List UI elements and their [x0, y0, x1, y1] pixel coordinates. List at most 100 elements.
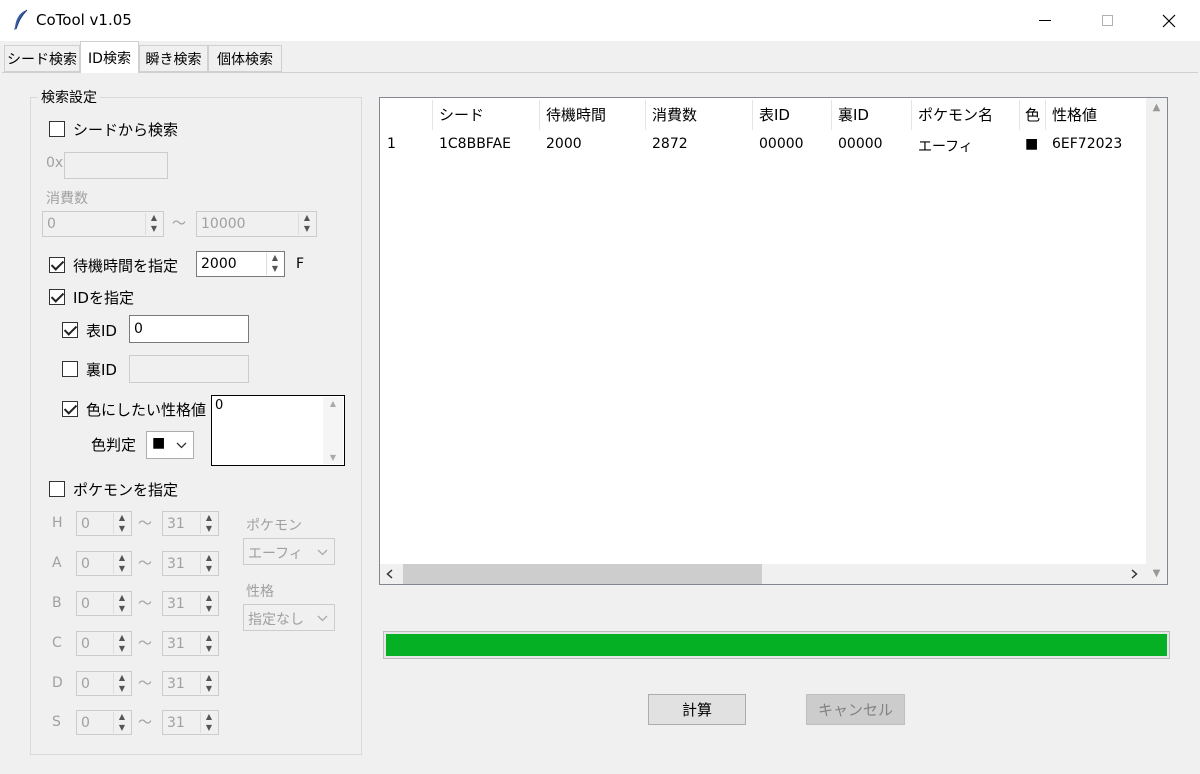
column-header[interactable]: ポケモン名 [918, 104, 993, 128]
tab-id-search[interactable]: ID検索 [80, 41, 139, 73]
row-index[interactable]: 1 [387, 136, 396, 152]
front-id-input[interactable]: 0 [129, 315, 249, 343]
spinner-arrows[interactable]: ▲ ▼ [145, 213, 162, 235]
spinner-arrows[interactable]: ▲ ▼ [200, 712, 217, 733]
iv-s-max-input[interactable]: 31 ▲ ▼ [162, 710, 219, 735]
pokemon-select[interactable]: エーフィ [243, 538, 335, 565]
column-header[interactable]: 表ID [759, 104, 790, 128]
tab-blink-search[interactable]: 瞬き検索 [139, 45, 208, 72]
spinner-arrows[interactable]: ▲ ▼ [113, 673, 130, 694]
tab-seed-search[interactable]: シード検索 [4, 45, 80, 72]
iv-value: 0 [81, 555, 90, 572]
scroll-down-icon[interactable]: ▼ [1146, 564, 1167, 584]
seed-input[interactable] [64, 152, 168, 179]
spinner-arrows[interactable]: ▲ ▼ [266, 253, 283, 275]
cancel-button[interactable]: キャンセル [806, 694, 905, 725]
iv-value: 31 [167, 555, 185, 572]
spinner-arrows[interactable]: ▲ ▼ [113, 712, 130, 733]
spinner-arrows[interactable]: ▲ ▼ [298, 213, 315, 235]
scroll-down-icon[interactable]: ▼ [323, 453, 343, 462]
wait-time-label: 待機時間を指定 [73, 257, 179, 275]
consumption-max-input[interactable]: 10000 ▲ ▼ [196, 211, 317, 237]
iv-stat-label: B [52, 595, 62, 611]
frame-unit: F [296, 256, 305, 272]
cell-wait[interactable]: 2000 [546, 136, 582, 152]
iv-a-min-input[interactable]: 0 ▲ ▼ [76, 551, 132, 576]
iv-value: 31 [167, 595, 185, 612]
wait-time-input[interactable]: 2000 ▲ ▼ [196, 251, 285, 277]
iv-d-min-input[interactable]: 0 ▲ ▼ [76, 671, 132, 696]
scroll-right-icon[interactable] [1131, 569, 1138, 579]
consumption-min-input[interactable]: 0 ▲ ▼ [42, 211, 164, 237]
seed-search-checkbox[interactable] [49, 121, 65, 137]
shiny-pid-textarea[interactable]: 0 ▲ ▼ [211, 395, 345, 466]
tab-individual-search[interactable]: 個体検索 [208, 45, 282, 72]
color-judge-select[interactable]: ■ [146, 431, 194, 459]
back-id-checkbox[interactable] [62, 361, 78, 377]
iv-value: 31 [167, 635, 185, 652]
minimize-button[interactable] [1014, 0, 1076, 41]
id-spec-checkbox[interactable] [49, 289, 65, 305]
cell-pid[interactable]: 6EF72023 [1052, 136, 1122, 152]
iv-d-max-input[interactable]: 31 ▲ ▼ [162, 671, 219, 696]
wait-time-checkbox[interactable] [49, 257, 65, 273]
cell-color[interactable]: ■ [1025, 136, 1038, 152]
iv-b-min-input[interactable]: 0 ▲ ▼ [76, 591, 132, 616]
spinner-arrows[interactable]: ▲ ▼ [200, 633, 217, 654]
column-divider [539, 100, 540, 130]
column-header[interactable]: シード [439, 104, 484, 128]
scroll-up-icon[interactable]: ▲ [323, 399, 343, 408]
seed-search-label: シードから検索 [73, 121, 179, 139]
horizontal-scrollbar[interactable] [380, 564, 1146, 584]
iv-c-min-input[interactable]: 0 ▲ ▼ [76, 631, 132, 656]
front-id-checkbox[interactable] [62, 322, 78, 338]
cell-pokemon[interactable]: エーフィ [918, 136, 973, 156]
spinner-arrows[interactable]: ▲ ▼ [200, 593, 217, 614]
cell-seed[interactable]: 1C8BBFAE [439, 136, 511, 152]
spinner-arrows[interactable]: ▲ ▼ [200, 513, 217, 534]
iv-b-max-input[interactable]: 31 ▲ ▼ [162, 591, 219, 616]
calculate-button[interactable]: 計算 [648, 694, 746, 725]
chevron-down-icon [317, 615, 328, 622]
back-id-label: 裏ID [86, 361, 117, 379]
column-header[interactable]: 性格値 [1052, 104, 1097, 128]
scroll-left-icon[interactable] [386, 569, 393, 579]
spinner-arrows[interactable]: ▲ ▼ [113, 553, 130, 574]
chevron-down-icon [176, 442, 187, 449]
spinner-arrows[interactable]: ▲ ▼ [200, 673, 217, 694]
nature-select[interactable]: 指定なし [243, 604, 335, 631]
iv-c-max-input[interactable]: 31 ▲ ▼ [162, 631, 219, 656]
close-button[interactable] [1138, 0, 1200, 41]
iv-h-min-input[interactable]: 0 ▲ ▼ [76, 511, 132, 536]
cell-back-id[interactable]: 00000 [838, 136, 883, 152]
iv-a-max-input[interactable]: 31 ▲ ▼ [162, 551, 219, 576]
column-divider [1019, 100, 1020, 130]
feather-icon [12, 9, 30, 31]
textarea-scrollbar[interactable]: ▲ ▼ [323, 397, 343, 464]
cell-consumption[interactable]: 2872 [652, 136, 688, 152]
column-divider [752, 100, 753, 130]
spinner-arrows[interactable]: ▲ ▼ [113, 633, 130, 654]
vertical-scrollbar[interactable]: ▲ [1146, 98, 1167, 584]
consumption-max-value: 10000 [201, 216, 246, 232]
nature-label: 性格 [246, 584, 274, 600]
column-header[interactable]: 裏ID [838, 104, 869, 128]
progress-fill [386, 634, 1167, 656]
scroll-thumb[interactable] [403, 564, 762, 584]
iv-stat-label: S [52, 714, 61, 730]
cell-front-id[interactable]: 00000 [759, 136, 804, 152]
column-header[interactable]: 待機時間 [546, 104, 606, 128]
column-header[interactable]: 色 [1025, 104, 1040, 128]
spinner-arrows[interactable]: ▲ ▼ [200, 553, 217, 574]
iv-h-max-input[interactable]: 31 ▲ ▼ [162, 511, 219, 536]
spinner-arrows[interactable]: ▲ ▼ [113, 593, 130, 614]
iv-s-min-input[interactable]: 0 ▲ ▼ [76, 710, 132, 735]
back-id-input[interactable] [129, 355, 249, 383]
column-header[interactable]: 消費数 [652, 104, 697, 128]
results-table[interactable] [379, 97, 1168, 585]
spinner-arrows[interactable]: ▲ ▼ [113, 513, 130, 534]
shiny-pid-checkbox[interactable] [62, 401, 78, 417]
pokemon-spec-checkbox[interactable] [49, 481, 65, 497]
maximize-button[interactable] [1076, 0, 1138, 41]
scroll-up-icon[interactable]: ▲ [1146, 102, 1167, 113]
